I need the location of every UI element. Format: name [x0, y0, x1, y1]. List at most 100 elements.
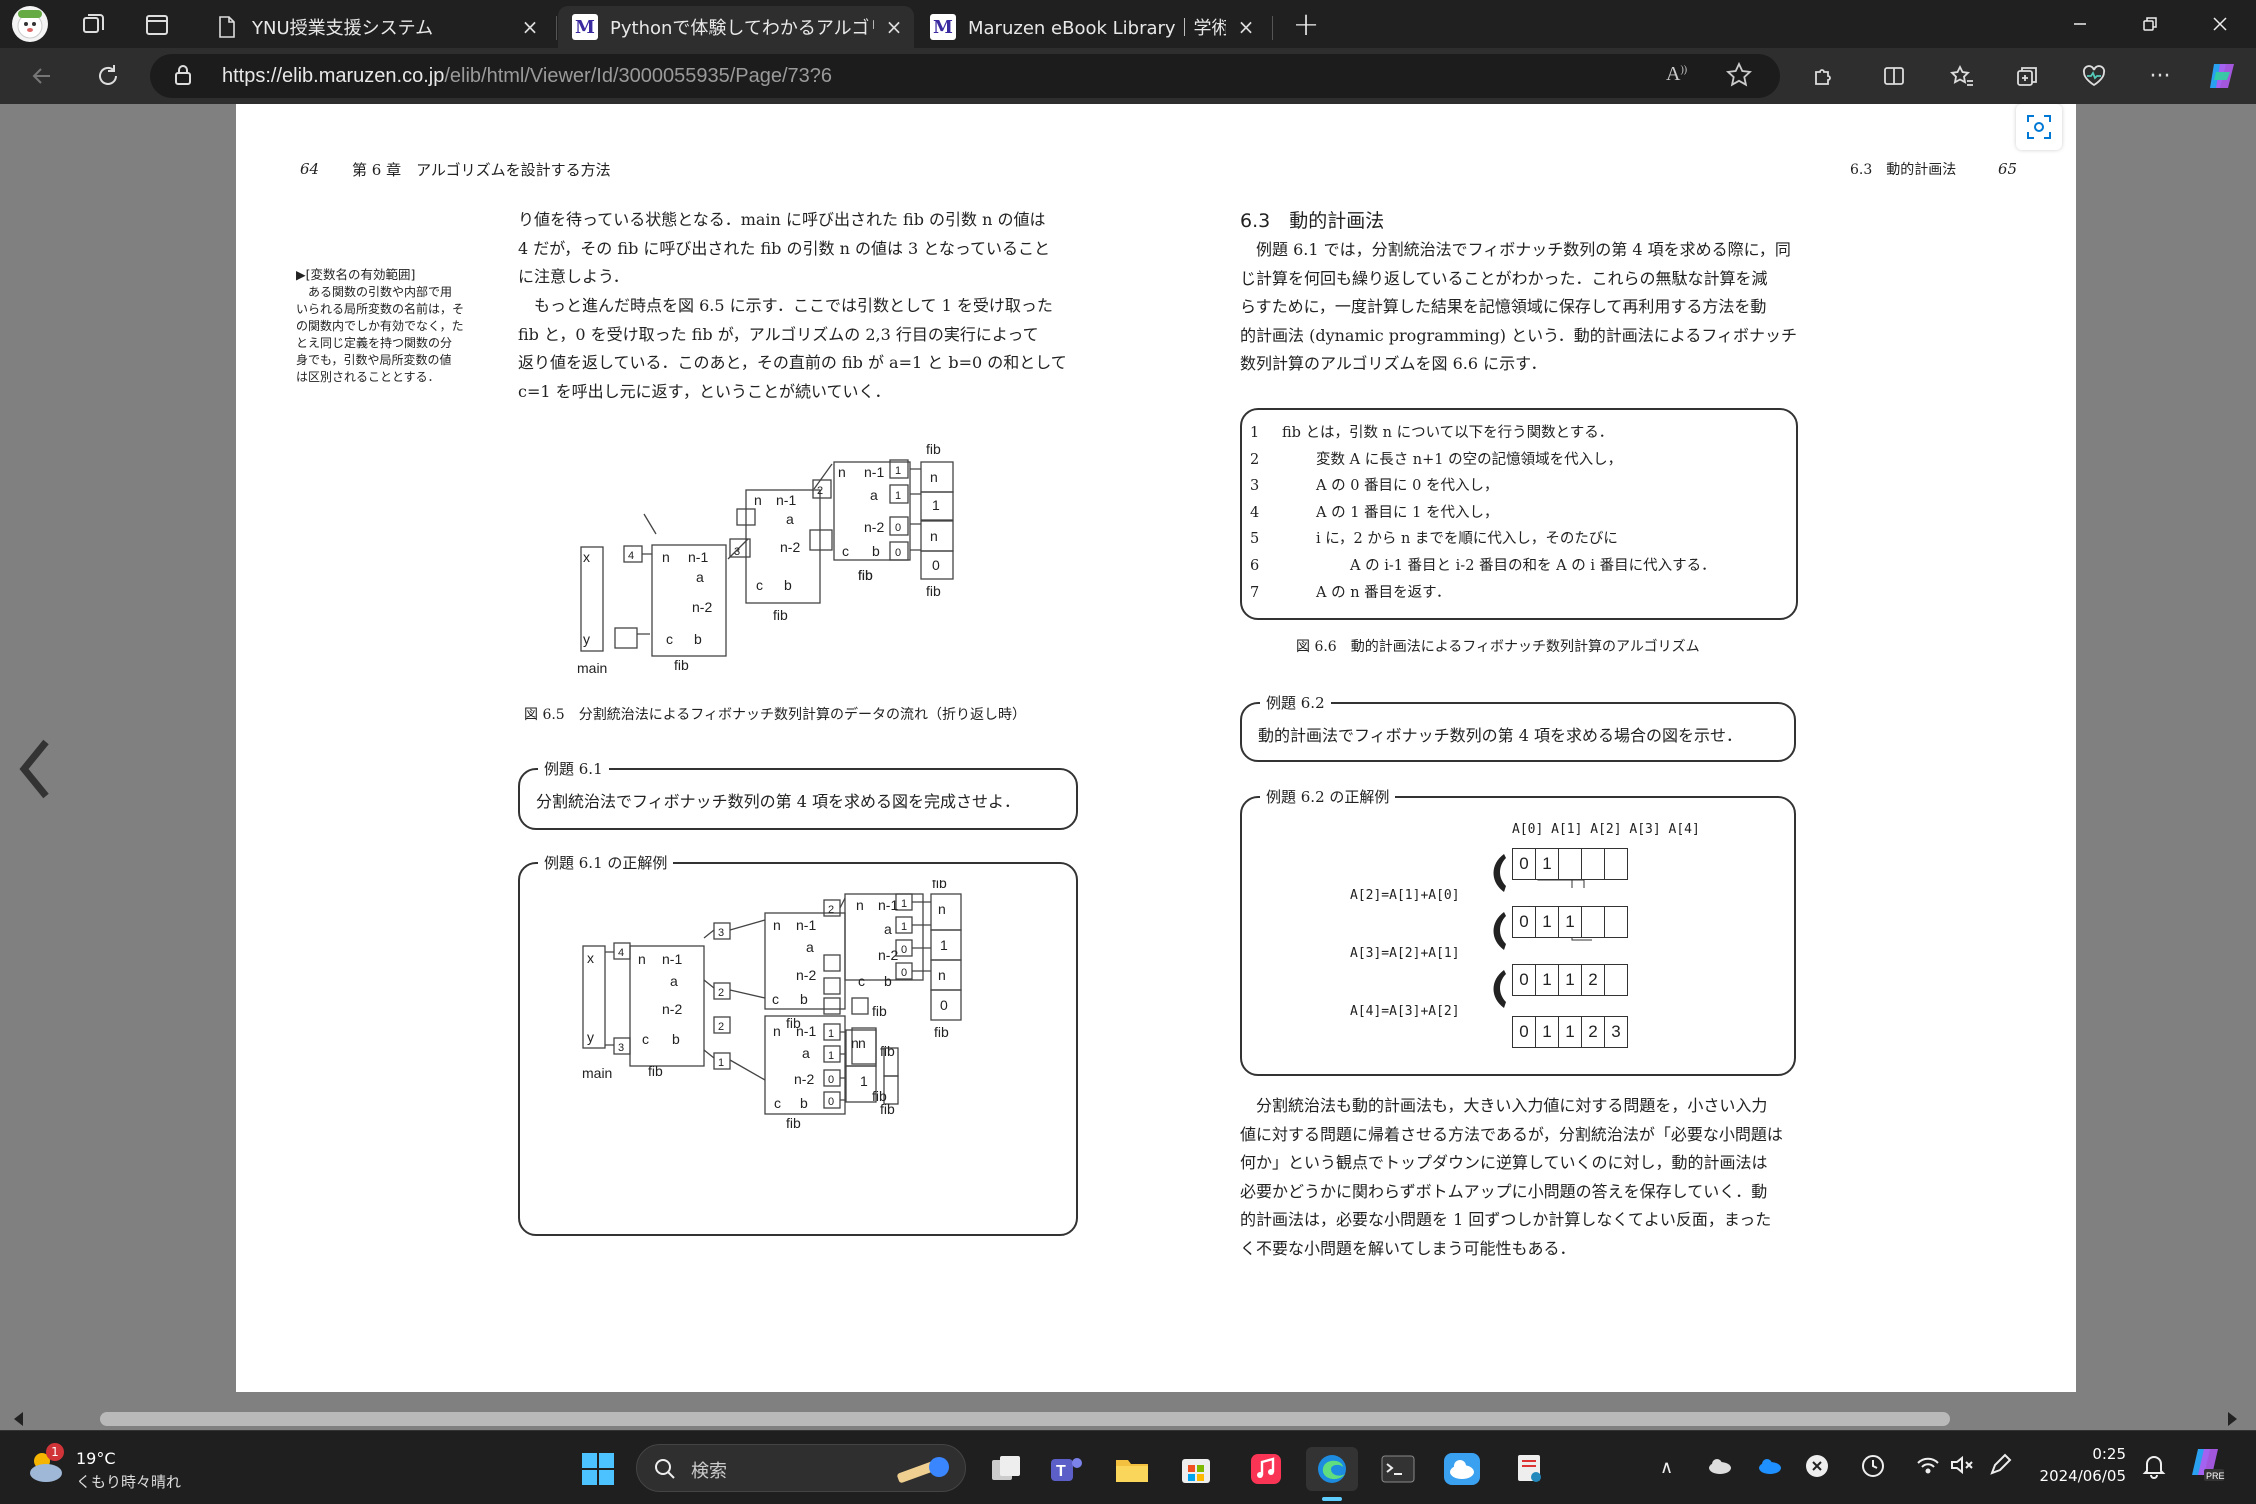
copilot-icon[interactable]	[2202, 58, 2242, 94]
music-app-icon[interactable]	[1240, 1447, 1292, 1491]
weather-desc: くもり時々晴れ	[76, 1473, 182, 1491]
clock[interactable]: 0:25 2024/06/05	[2036, 1443, 2126, 1487]
formula-a3: A[3]=A[2]+A[1]	[1350, 946, 1460, 961]
svg-text:n-1: n-1	[878, 897, 898, 913]
extensions-icon[interactable]	[1804, 58, 1844, 94]
browser-essentials-icon[interactable]	[2074, 58, 2114, 94]
tab-close-button[interactable]: ×	[510, 15, 550, 39]
favorites-icon[interactable]	[1942, 58, 1982, 94]
restore-button[interactable]	[2115, 0, 2185, 48]
svg-text:fib: fib	[926, 583, 941, 599]
profile-avatar[interactable]	[12, 6, 48, 42]
algorithm-line-text: A の 0 番目に 0 を代入し，	[1316, 478, 1499, 495]
svg-text:a: a	[802, 1045, 810, 1061]
example-6-1-text: 分割統治法でフィボナッチ数列の第 4 項を求める図を完成させよ．	[536, 792, 1021, 811]
minimize-button[interactable]	[2045, 0, 2115, 48]
maruzen-icon: M	[930, 14, 956, 40]
new-tab-button[interactable]: +	[1286, 4, 1326, 44]
tab-python-algorithm[interactable]: M Pythonで体験してわかるアルゴリズム ×	[558, 6, 914, 48]
left-paragraph-1: り値を待っている状態となる．main に呼び出された fib の引数 n の値は…	[518, 210, 1051, 286]
vertical-tabs-icon[interactable]	[142, 10, 172, 40]
svg-text:0: 0	[940, 997, 948, 1013]
teams-icon[interactable]: T	[1040, 1447, 1092, 1491]
svg-text:1: 1	[901, 898, 907, 910]
svg-text:n: n	[938, 901, 946, 917]
algorithm-line-text: 変数 A に長さ n+1 の空の記憶領域を代入し，	[1316, 451, 1623, 468]
terminal-icon[interactable]	[1372, 1447, 1424, 1491]
snipping-tool-icon[interactable]	[1504, 1447, 1556, 1491]
tab-maruzen-library[interactable]: M Maruzen eBook Library｜学術・専 ×	[916, 6, 1266, 48]
closing-paragraph: 分割統治法も動的計画法も，大きい入力値に対する問題を，小さい入力 値に対する問題…	[1240, 1096, 1783, 1258]
collections-icon[interactable]	[2008, 58, 2048, 94]
scrollbar-thumb[interactable]	[100, 1412, 1950, 1426]
onedrive-gray-icon[interactable]	[1706, 1457, 1732, 1479]
x-circle-icon[interactable]	[1804, 1453, 1830, 1483]
svg-text:0: 0	[901, 967, 907, 979]
edge-icon[interactable]	[1306, 1447, 1358, 1491]
onedrive-blue-icon[interactable]	[1756, 1457, 1782, 1479]
favorite-star-icon[interactable]	[1725, 61, 1753, 92]
notification-bell-icon[interactable]	[2142, 1453, 2166, 1483]
horizontal-scrollbar[interactable]	[0, 1408, 2256, 1430]
svg-text:0: 0	[901, 944, 907, 956]
read-aloud-icon[interactable]: A))	[1666, 63, 1687, 86]
svg-text:n: n	[856, 897, 864, 913]
visual-search-icon[interactable]	[2016, 104, 2062, 150]
workspaces-icon[interactable]	[78, 10, 108, 40]
address-bar[interactable]: https://elib.maruzen.co.jp/elib/html/Vie…	[150, 54, 1780, 98]
array-cell: 2	[1581, 964, 1605, 996]
algorithm-line-text: A の i-1 番目と i-2 番目の和を A の i 番目に代入する．	[1350, 557, 1716, 574]
close-window-button[interactable]	[2185, 0, 2255, 48]
copilot-taskbar-icon[interactable]: PRE	[2190, 1445, 2226, 1489]
wifi-icon[interactable]	[1916, 1455, 1940, 1479]
more-menu-icon[interactable]: ···	[2140, 58, 2180, 94]
prev-page-icon[interactable]	[14, 734, 54, 804]
lock-icon[interactable]	[174, 64, 192, 90]
file-explorer-icon[interactable]	[1106, 1447, 1158, 1491]
array-cell: 0	[1512, 906, 1536, 938]
margin-note: ある関数の引数や内部で用 いられる局所変数の名前は，そ の関数内でしか有効でなく…	[296, 285, 465, 384]
svg-text:4: 4	[618, 947, 624, 959]
svg-text:y: y	[587, 1029, 594, 1045]
task-view-icon[interactable]	[980, 1447, 1032, 1491]
store-icon[interactable]	[1170, 1447, 1222, 1491]
svg-text:1: 1	[932, 497, 940, 513]
taskbar-search[interactable]: 検索	[636, 1444, 966, 1492]
svg-text:1: 1	[718, 1057, 724, 1069]
svg-text:3: 3	[618, 1042, 624, 1054]
scroll-right-icon[interactable]	[2228, 1412, 2237, 1426]
svg-text:n-1: n-1	[796, 917, 816, 933]
clock-tray-icon[interactable]	[1860, 1453, 1886, 1483]
svg-text:1: 1	[901, 921, 907, 933]
svg-text:n-2: n-2	[864, 519, 884, 535]
refresh-button[interactable]	[88, 58, 128, 94]
cloud-app-icon[interactable]	[1436, 1447, 1488, 1491]
tab-close-button[interactable]: ×	[1226, 15, 1266, 39]
tab-close-button[interactable]: ×	[874, 15, 914, 39]
array-cell	[1581, 906, 1605, 938]
svg-text:n-1: n-1	[662, 951, 682, 967]
taskbar: 1 19°C くもり時々晴れ 検索 T ∧ 0:25 2024/06/05 PR…	[0, 1430, 2256, 1504]
svg-text:a: a	[806, 939, 814, 955]
svg-text:T: T	[1056, 1463, 1066, 1480]
back-button[interactable]	[22, 58, 62, 94]
svg-text:n-1: n-1	[776, 492, 796, 508]
scroll-left-icon[interactable]	[14, 1412, 23, 1426]
svg-text:a: a	[870, 487, 878, 503]
url-text[interactable]: https://elib.maruzen.co.jp/elib/html/Vie…	[222, 65, 832, 88]
weather-widget[interactable]: 1 19°C くもり時々晴れ	[20, 1443, 190, 1493]
array-header: A[0] A[1] A[2] A[3] A[4]	[1512, 822, 1700, 837]
tab-ynu[interactable]: YNU授業支援システム ×	[200, 6, 550, 48]
svg-text:n: n	[930, 528, 938, 544]
url-host: https://elib.maruzen.co.jp	[222, 65, 445, 87]
pen-input-icon[interactable]	[1988, 1453, 2016, 1481]
algorithm-line-text: fib とは，引数 n について以下を行う関数とする．	[1282, 425, 1614, 441]
volume-muted-icon[interactable]	[1950, 1455, 1976, 1479]
show-hidden-icons[interactable]: ∧	[1660, 1457, 1673, 1478]
start-button[interactable]	[572, 1447, 624, 1491]
formula-a4: A[4]=A[3]+A[2]	[1350, 1004, 1460, 1019]
split-screen-icon[interactable]	[1874, 58, 1914, 94]
algorithm-line: 7 A の n 番目を返す．	[1250, 580, 1790, 607]
algorithm-line-text: i に，2 から n までを順に代入し，そのたびに	[1316, 531, 1618, 548]
svg-text:fib: fib	[773, 607, 788, 623]
